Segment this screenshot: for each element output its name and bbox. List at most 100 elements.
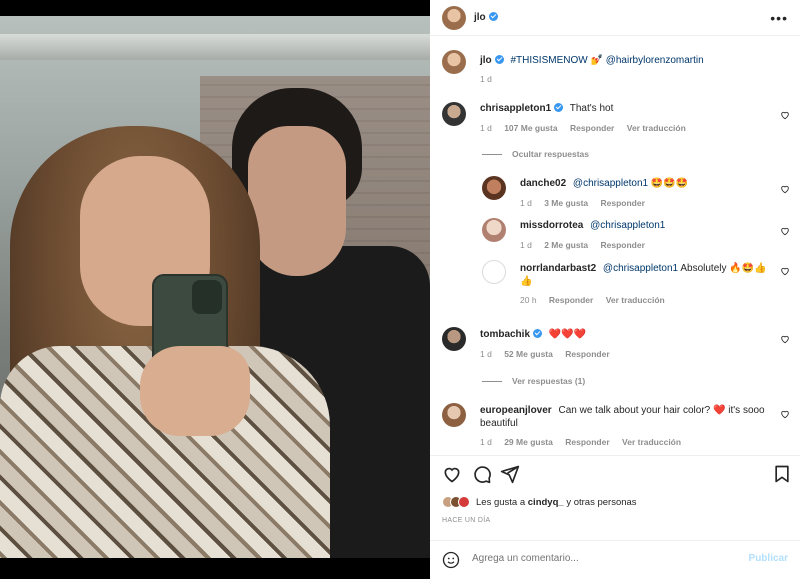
comment-text: europeanjlover Can we talk about your ha… [480, 405, 765, 416]
view-replies-label[interactable]: Ver respuestas (1) [512, 376, 585, 386]
replies-divider-line [482, 154, 502, 156]
reply-like-heart-icon[interactable] [780, 226, 790, 236]
comment-body: That's hot [569, 103, 614, 114]
share-icon[interactable] [500, 464, 520, 484]
comment-likes[interactable]: 52 Me gusta [504, 349, 553, 359]
comment-like-heart-icon[interactable] [780, 334, 790, 344]
reply-avatar[interactable] [482, 260, 506, 284]
reply-avatar[interactable] [482, 176, 506, 200]
comment-emoji: ❤️ [713, 405, 726, 416]
reply-meta: 1 d 3 Me gusta Responder [520, 198, 655, 208]
reply-mention[interactable]: @chrisappleton1 [573, 178, 648, 189]
liker-avatar [458, 496, 470, 508]
comment-avatar[interactable] [442, 102, 466, 126]
translate-button[interactable]: Ver traducción [606, 295, 665, 305]
translate-button[interactable]: Ver traducción [622, 437, 681, 447]
comment-likes[interactable]: 29 Me gusta [504, 437, 553, 447]
likes-summary[interactable]: Les gusta a cindyq_ y otras personas [476, 497, 637, 508]
publish-button[interactable]: Publicar [749, 553, 788, 564]
caption-username-text[interactable]: jlo [480, 55, 492, 66]
reply-likes[interactable]: 3 Me gusta [544, 198, 588, 208]
photo-man-face [248, 126, 346, 276]
reply-button[interactable]: Responder [601, 198, 645, 208]
caption-avatar[interactable] [442, 50, 466, 74]
comment-username-text[interactable]: chrisappleton1 [480, 103, 551, 114]
comment-like-heart-icon[interactable] [780, 409, 790, 419]
verified-badge-icon [554, 103, 564, 112]
likes-user[interactable]: cindyq_ [528, 497, 564, 508]
comment-meta: 1 d 52 Me gusta Responder [480, 349, 620, 359]
comment-avatar[interactable] [442, 403, 466, 427]
verified-badge-icon [488, 12, 498, 21]
comment-username[interactable]: europeanjlover [480, 405, 552, 416]
comment-input[interactable] [472, 553, 732, 564]
reply-mention[interactable]: @chrisappleton1 [603, 263, 678, 274]
instagram-post-window: jlo ••• jlo #THISISMENOW 💅 @hairbylorenz… [0, 0, 800, 579]
comment-body-cont: it's sooo [728, 405, 765, 416]
comment-meta: 1 d 107 Me gusta Responder Ver traducció… [480, 123, 696, 133]
post-side-panel: jlo ••• jlo #THISISMENOW 💅 @hairbylorenz… [430, 0, 800, 579]
reply-username[interactable]: missdorrotea [520, 220, 583, 231]
author-avatar[interactable] [442, 6, 466, 30]
comment-body-end: beautiful [480, 418, 518, 429]
heart-icon[interactable] [442, 464, 462, 484]
comment-icon[interactable] [472, 464, 492, 484]
reply-text: danche02 @chrisappleton1 🤩🤩🤩 [520, 178, 688, 189]
reply-emoji-continued: 👍 [520, 276, 533, 287]
reply-button[interactable]: Responder [565, 349, 609, 359]
caption-time: 1 d [480, 74, 492, 84]
reply-likes[interactable]: 2 Me gusta [544, 240, 588, 250]
comment-username-text[interactable]: tombachik [480, 329, 530, 340]
comment-emoji: ❤️❤️❤️ [548, 329, 587, 340]
comment-meta: 1 d 29 Me gusta Responder Ver traducción [480, 437, 691, 447]
reply-emoji: 🔥🤩👍 [729, 263, 767, 274]
caption-hashtag[interactable]: #THISISMENOW [510, 55, 587, 66]
translate-button[interactable]: Ver traducción [627, 123, 686, 133]
verified-badge-icon [494, 55, 504, 64]
reply-button[interactable]: Responder [570, 123, 614, 133]
reply-time: 20 h [520, 295, 537, 305]
reply-username[interactable]: norrlandarbast2 [520, 263, 596, 274]
reply-username[interactable]: danche02 [520, 178, 566, 189]
post-timestamp: HACE UN DÍA [442, 517, 491, 524]
more-options-icon[interactable]: ••• [770, 10, 788, 26]
post-photo[interactable] [0, 16, 430, 558]
reply-button[interactable]: Responder [549, 295, 593, 305]
reply-like-heart-icon[interactable] [780, 266, 790, 276]
photo-hand [140, 346, 250, 436]
caption-meta: 1 d [480, 74, 502, 84]
comment-time: 1 d [480, 349, 492, 359]
reply-button[interactable]: Responder [565, 437, 609, 447]
comment-username[interactable]: chrisappleton1 [480, 103, 564, 114]
comment-likes[interactable]: 107 Me gusta [504, 123, 557, 133]
author-username-text[interactable]: jlo [474, 12, 486, 23]
caption-text: jlo #THISISMENOW 💅 @hairbylorenzomartin [480, 55, 704, 66]
emoji-icon[interactable] [442, 551, 460, 569]
comment-text-continued: beautiful [480, 418, 518, 429]
likes-suffix[interactable]: y otras personas [566, 497, 636, 508]
author-username[interactable]: jlo [474, 12, 498, 23]
caption-mention[interactable]: @hairbylorenzomartin [606, 55, 704, 66]
comment-username[interactable]: tombachik [480, 329, 543, 340]
add-comment-bar: Publicar [430, 540, 800, 579]
comment-text: tombachik ❤️❤️❤️ [480, 329, 586, 340]
reply-like-heart-icon[interactable] [780, 184, 790, 194]
hide-replies-label[interactable]: Ocultar respuestas [512, 149, 589, 159]
reply-mention[interactable]: @chrisappleton1 [590, 220, 665, 231]
reply-time: 1 d [520, 240, 532, 250]
reply-avatar[interactable] [482, 218, 506, 242]
comment-avatar[interactable] [442, 327, 466, 351]
replies-divider-line [482, 381, 502, 383]
bookmark-icon[interactable] [772, 464, 792, 484]
reply-text: missdorrotea @chrisappleton1 [520, 220, 665, 231]
comment-like-heart-icon[interactable] [780, 110, 790, 120]
reply-text-continued: 👍 [520, 276, 532, 287]
reply-text: norrlandarbast2 @chrisappleton1 Absolute… [520, 263, 767, 274]
reply-meta: 20 h Responder Ver traducción [520, 295, 675, 305]
caption-username[interactable]: jlo [480, 55, 504, 66]
view-replies-toggle[interactable]: Ver respuestas (1) [482, 376, 585, 386]
post-header: jlo ••• [430, 0, 800, 36]
photo-phone-camera [192, 280, 222, 314]
reply-button[interactable]: Responder [601, 240, 645, 250]
hide-replies-toggle[interactable]: Ocultar respuestas [482, 149, 589, 159]
